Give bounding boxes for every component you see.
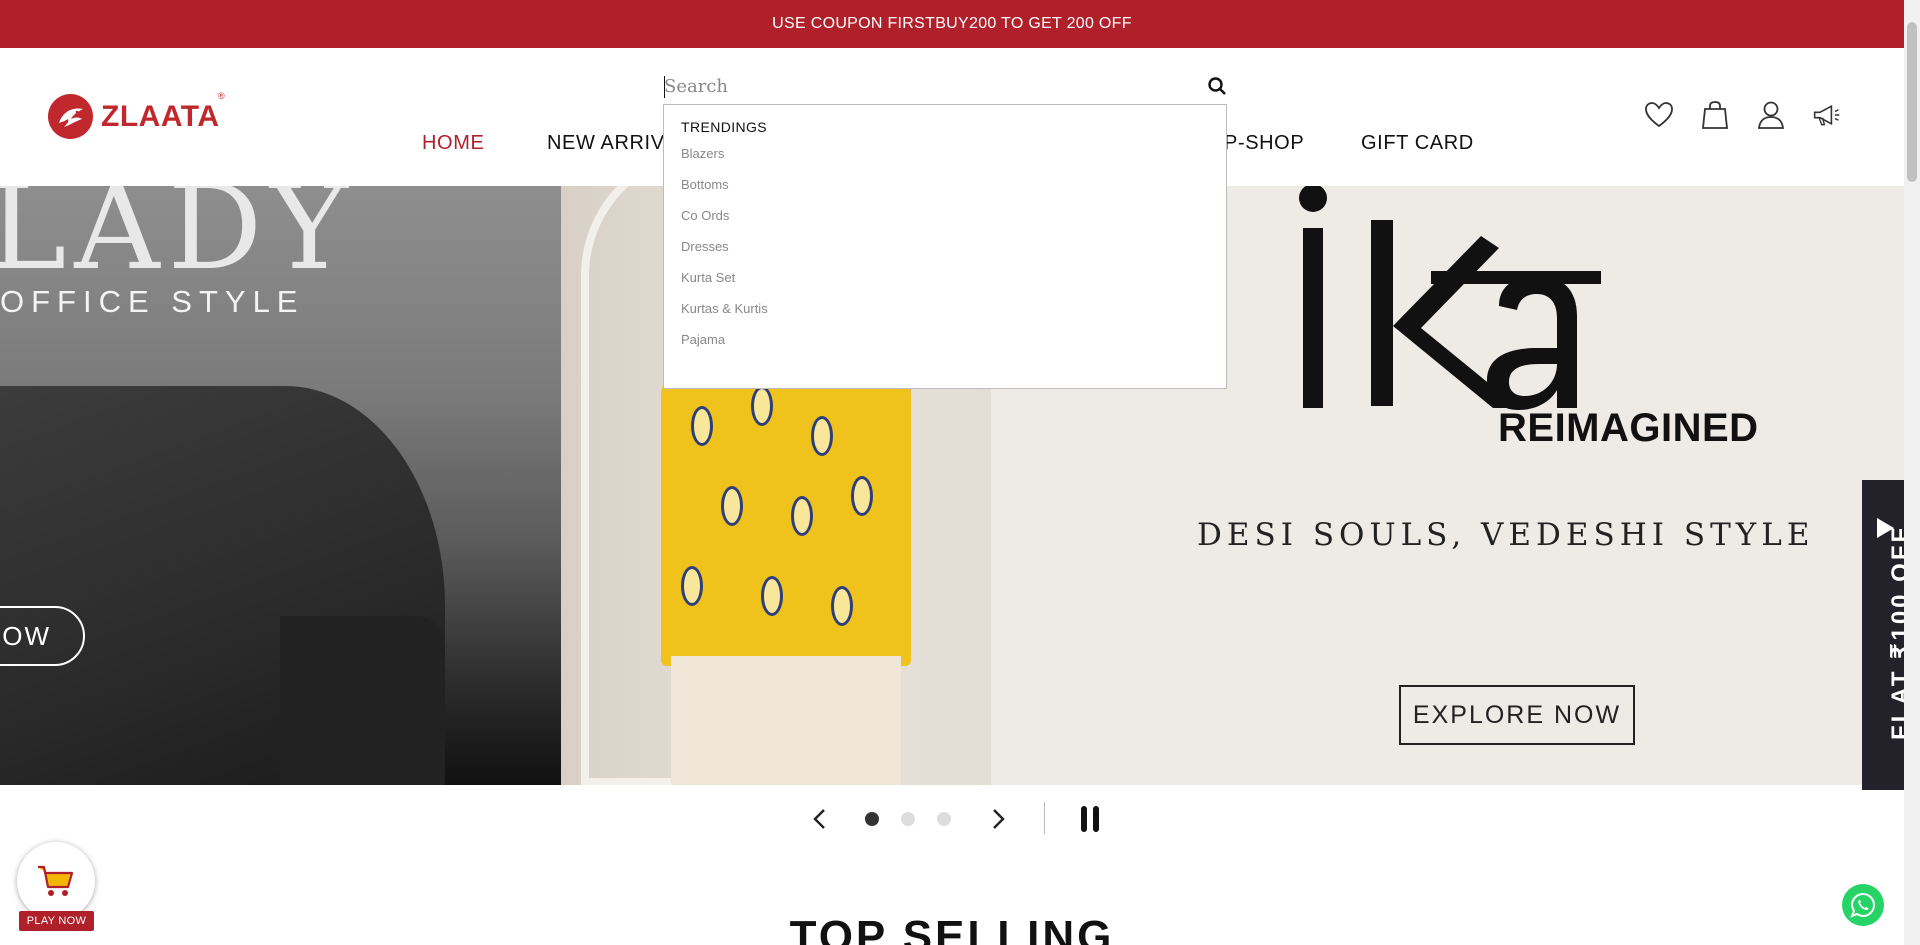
search-bar (663, 70, 1227, 104)
carousel-next-button[interactable] (986, 800, 1010, 838)
megaphone-icon[interactable] (1812, 100, 1842, 130)
trending-item[interactable]: Kurtas & Kurtis (681, 301, 768, 316)
trending-item[interactable]: Blazers (681, 146, 724, 161)
search-button[interactable] (1207, 76, 1229, 98)
page-scrollbar[interactable] (1904, 0, 1920, 945)
trending-item[interactable]: Dresses (681, 239, 729, 254)
nav-item-gift-card[interactable]: GIFT CARD (1361, 132, 1474, 155)
search-input[interactable] (663, 70, 1193, 102)
carousel-dot-1[interactable] (864, 800, 880, 838)
search-icon (1208, 77, 1226, 95)
nav-item-pop-shop[interactable]: P-SHOP (1224, 132, 1304, 155)
hero-left-title: LADY (0, 186, 357, 296)
model-pants (671, 656, 901, 785)
trending-item[interactable]: Kurta Set (681, 270, 735, 285)
heart-icon[interactable] (1644, 100, 1674, 130)
whatsapp-icon (1850, 892, 1876, 918)
section-heading-top-selling: TOP SELLING (789, 912, 1115, 945)
carousel-controls (0, 800, 1904, 840)
explore-now-label: EXPLORE NOW (1412, 700, 1622, 729)
shopping-cart-icon (38, 865, 74, 896)
search-suggestions-dropdown: TRENDINGS Blazers Bottoms Co Ords Dresse… (663, 104, 1227, 389)
chevron-left-icon (813, 809, 825, 829)
user-icon[interactable] (1756, 100, 1786, 130)
announcement-bar[interactable]: USE COUPON FIRSTBUY200 TO GET 200 OFF (0, 0, 1904, 48)
header-icons (1644, 100, 1842, 130)
trending-item[interactable]: Pajama (681, 332, 725, 347)
ikat-dress (661, 366, 911, 666)
logo-text: ZLAATA (101, 99, 220, 133)
announcement-text: USE COUPON FIRSTBUY200 TO GET 200 OFF (772, 15, 1132, 32)
carousel-dot-3[interactable] (936, 800, 952, 838)
text-caret (664, 76, 665, 98)
play-now-widget[interactable] (17, 842, 95, 920)
hero-right-tagline: DESI SOULS, VEDESHI STYLE (1197, 517, 1815, 553)
carousel-dot-2[interactable] (900, 800, 916, 838)
whatsapp-button[interactable] (1842, 884, 1884, 926)
carousel-prev-button[interactable] (808, 800, 832, 838)
trending-item[interactable]: Co Ords (681, 208, 729, 223)
hero-right-reimagined: REIMAGINED (1498, 406, 1759, 450)
trending-item[interactable]: Bottoms (681, 177, 729, 192)
explore-now-button[interactable]: EXPLORE NOW (1399, 685, 1635, 745)
nav-item-home[interactable]: HOME (422, 132, 484, 155)
ikat-logo (1281, 186, 1611, 421)
pause-icon (1081, 806, 1099, 832)
hero-slide-left: LADY OFFICE STYLE OW (0, 186, 561, 785)
carousel-pause-button[interactable] (1078, 800, 1102, 838)
side-offer-tab[interactable]: FLAT ₹100 OFF (1862, 480, 1914, 790)
hero-left-shop-button[interactable]: OW (0, 606, 85, 666)
logo-registered-mark: ® (218, 91, 225, 101)
play-now-label[interactable]: PLAY NOW (19, 911, 94, 931)
hero-left-shop-label: OW (2, 620, 51, 651)
nav-item-new-arrivals[interactable]: NEW ARRIV (547, 132, 665, 155)
shopping-bag-icon[interactable] (1700, 100, 1730, 130)
trendings-heading: TRENDINGS (681, 119, 768, 135)
hero-left-subtitle: OFFICE STYLE (0, 284, 305, 319)
chevron-right-icon (993, 809, 1005, 829)
sofa-arm-image (280, 616, 445, 785)
scrollbar-thumb[interactable] (1907, 22, 1917, 182)
carousel-divider (1044, 802, 1045, 834)
